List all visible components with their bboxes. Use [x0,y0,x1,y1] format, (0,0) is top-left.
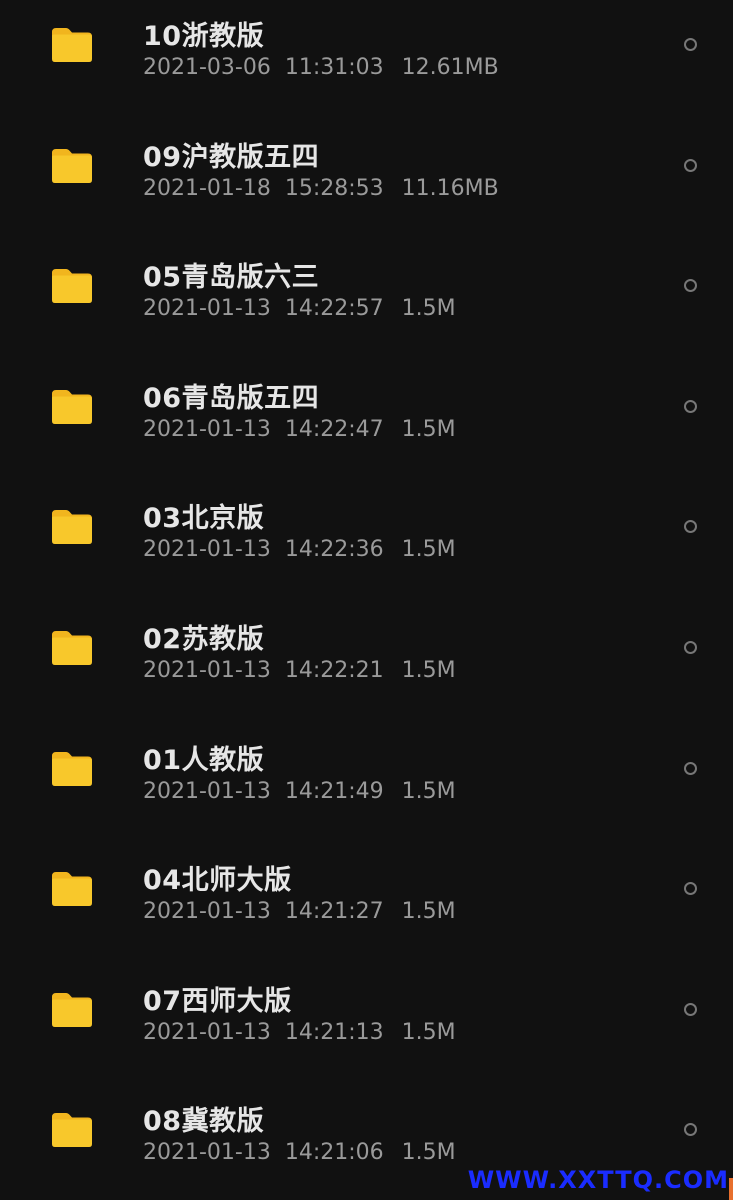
file-meta: 2021-01-13 14:22:21 1.5M [143,658,456,683]
file-date: 2021-01-13 [143,657,271,683]
folder-icon [50,750,94,788]
file-size: 1.5M [401,778,456,804]
file-size: 1.5M [401,416,456,442]
file-list: 10浙教版 2021-03-06 11:31:03 12.61MB 09沪教版五四 … [0,0,733,1200]
file-name: 01人教版 [143,744,265,776]
list-item[interactable]: 01人教版 2021-01-13 14:21:49 1.5M [0,724,733,845]
folder-icon [50,1111,94,1149]
folder-icon [50,147,94,185]
select-radio[interactable] [684,882,697,896]
file-size: 1.5M [401,1140,456,1166]
file-meta: 2021-01-13 14:21:49 1.5M [143,779,456,804]
file-time: 14:21:27 [284,899,384,925]
corner-accent [729,1178,733,1200]
file-meta: 2021-01-13 14:22:36 1.5M [143,537,456,562]
list-item[interactable]: 03北京版 2021-01-13 14:22:36 1.5M [0,482,733,603]
folder-icon [50,870,94,908]
file-meta: 2021-01-13 14:21:06 1.5M [143,1140,456,1165]
list-item[interactable]: 07西师大版 2021-01-13 14:21:13 1.5M [0,965,733,1086]
file-name: 08冀教版 [143,1106,265,1138]
select-radio[interactable] [684,640,697,654]
file-name: 10浙教版 [143,21,265,52]
folder-icon [50,267,94,305]
file-name: 04北师大版 [143,865,292,897]
file-date: 2021-01-13 [143,1140,271,1166]
file-name: 07西师大版 [143,985,292,1017]
select-radio[interactable] [684,1123,697,1137]
file-meta: 2021-01-13 14:22:57 1.5M [143,296,456,321]
file-name: 06青岛版五四 [143,382,320,414]
select-radio[interactable] [684,158,697,172]
file-time: 11:31:03 [284,55,384,80]
select-radio[interactable] [684,1002,697,1016]
file-meta: 2021-01-18 15:28:53 11.16MB [143,176,499,201]
file-size: 11.16MB [401,175,499,201]
file-size: 1.5M [401,1019,456,1045]
file-date: 2021-01-13 [143,899,271,925]
file-date: 2021-01-13 [143,537,271,563]
file-time: 14:22:36 [284,537,384,563]
list-item[interactable]: 09沪教版五四 2021-01-18 15:28:53 11.16MB [0,121,733,242]
select-radio[interactable] [684,761,697,775]
file-name: 09沪教版五四 [143,141,320,173]
list-item[interactable]: 06青岛版五四 2021-01-13 14:22:47 1.5M [0,362,733,483]
folder-icon [50,508,94,546]
select-radio[interactable] [684,399,697,413]
file-time: 14:21:13 [284,1019,384,1045]
file-size: 1.5M [401,537,456,563]
file-name: 03北京版 [143,503,265,535]
file-date: 2021-01-13 [143,1019,271,1045]
file-meta: 2021-01-13 14:21:27 1.5M [143,899,456,924]
file-meta: 2021-01-13 14:22:47 1.5M [143,417,456,442]
file-time: 14:22:21 [284,657,384,683]
file-time: 14:22:57 [284,296,384,322]
file-time: 14:21:06 [284,1140,384,1166]
file-manager-screen: 10浙教版 2021-03-06 11:31:03 12.61MB 09沪教版五四 … [0,0,733,1200]
site-watermark: WWW.XXTTQ.COM [467,1166,729,1194]
file-name: 05青岛版六三 [143,262,320,294]
file-date: 2021-03-06 [143,55,271,80]
file-size: 12.61MB [401,55,499,80]
file-meta: 2021-03-06 11:31:03 12.61MB [143,55,499,80]
list-item[interactable]: 02苏教版 2021-01-13 14:22:21 1.5M [0,603,733,724]
select-radio[interactable] [684,520,697,534]
select-radio[interactable] [684,279,697,293]
file-name: 02苏教版 [143,623,265,655]
file-meta: 2021-01-13 14:21:13 1.5M [143,1020,456,1045]
select-radio[interactable] [684,38,697,51]
file-time: 14:21:49 [284,778,384,804]
file-size: 1.5M [401,296,456,322]
folder-icon [50,629,94,667]
file-date: 2021-01-13 [143,296,271,322]
folder-icon [50,991,94,1029]
folder-icon [50,26,94,64]
file-date: 2021-01-18 [143,175,271,201]
file-date: 2021-01-13 [143,778,271,804]
file-size: 1.5M [401,899,456,925]
list-item[interactable]: 04北师大版 2021-01-13 14:21:27 1.5M [0,844,733,965]
file-date: 2021-01-13 [143,416,271,442]
folder-icon [50,388,94,426]
list-item[interactable]: 10浙教版 2021-03-06 11:31:03 12.61MB [0,0,733,121]
file-time: 14:22:47 [284,416,384,442]
file-time: 15:28:53 [284,175,384,201]
list-item[interactable]: 05青岛版六三 2021-01-13 14:22:57 1.5M [0,241,733,362]
file-size: 1.5M [401,657,456,683]
